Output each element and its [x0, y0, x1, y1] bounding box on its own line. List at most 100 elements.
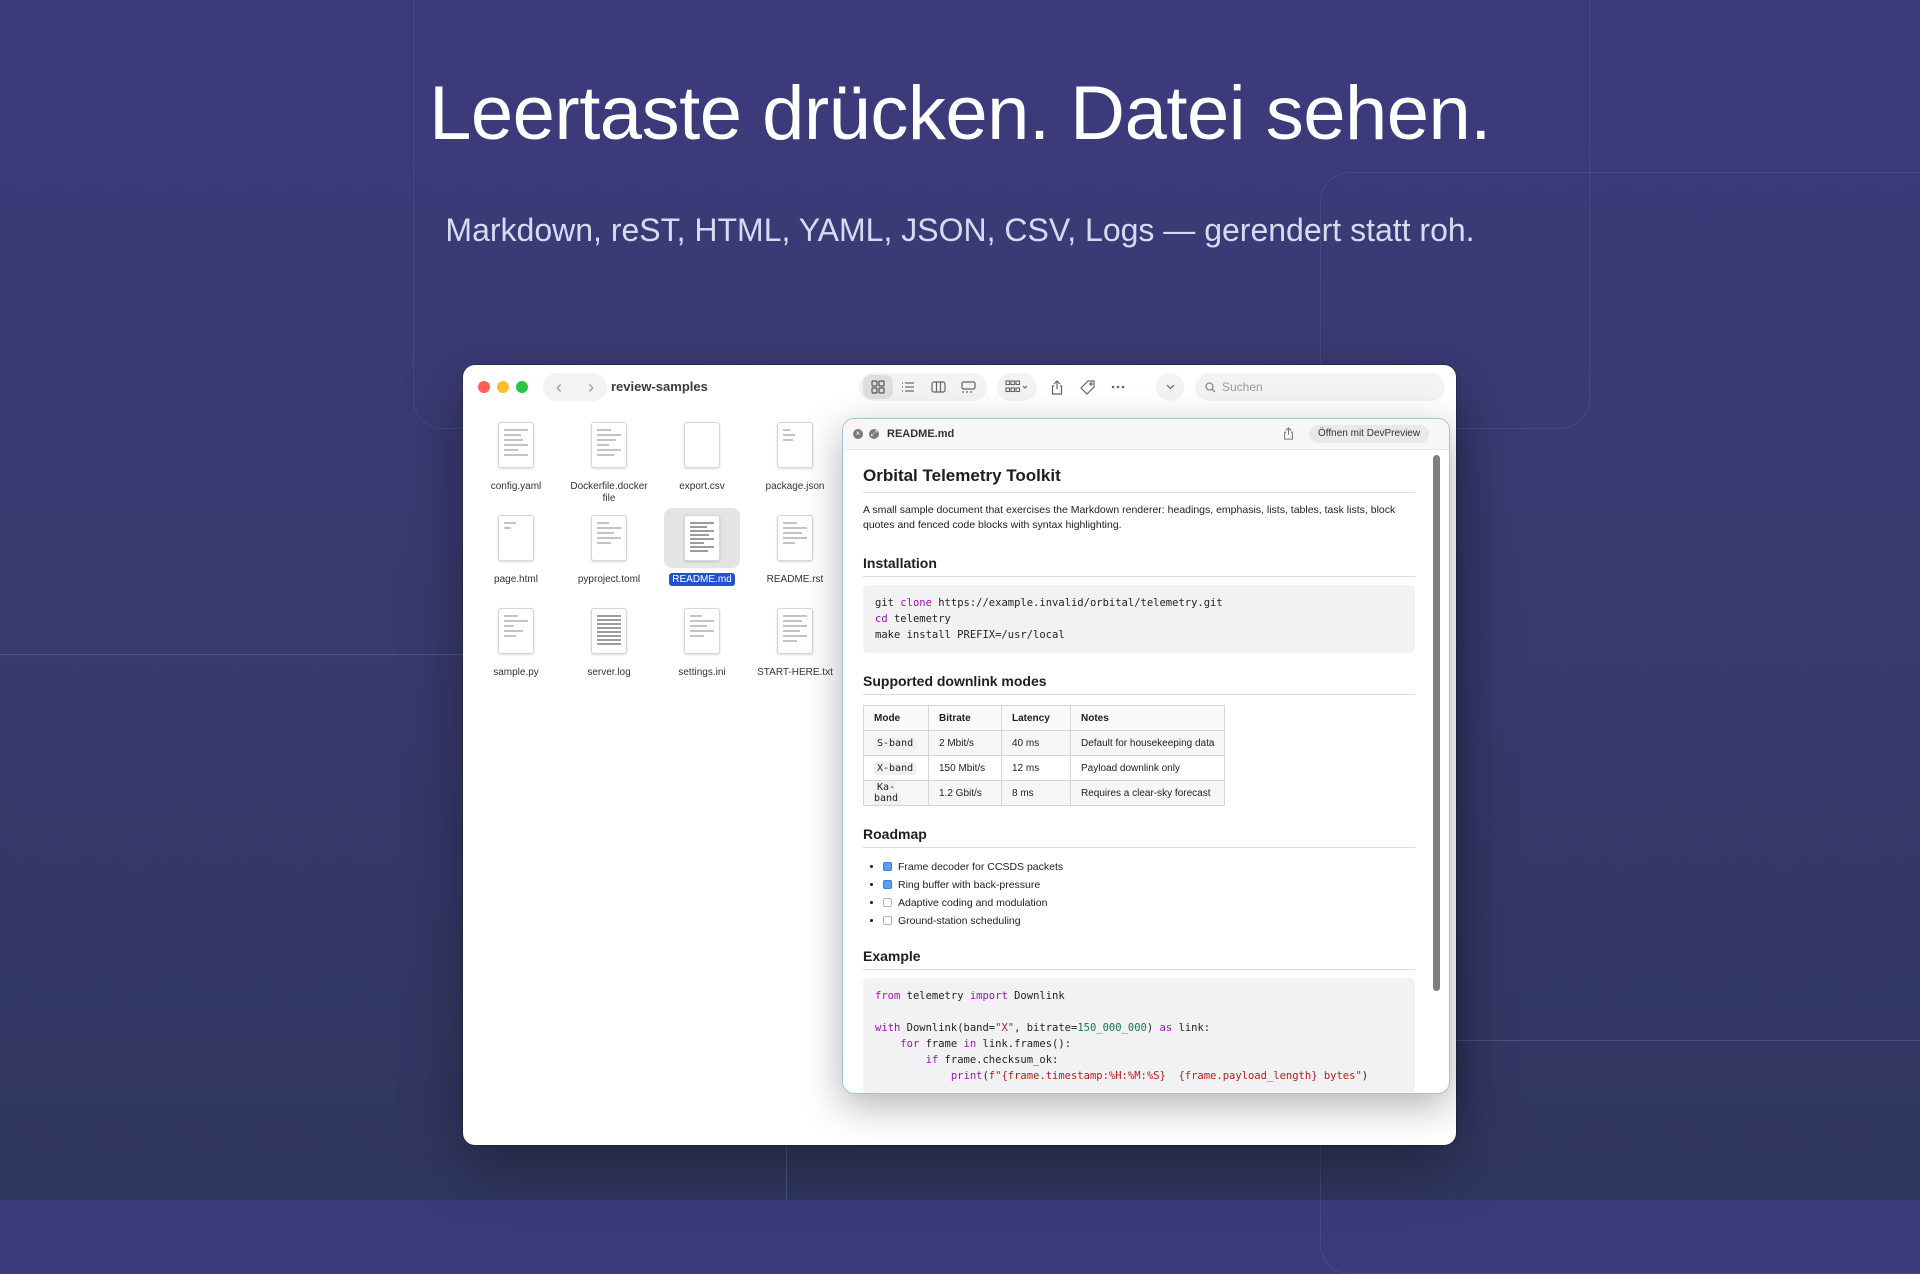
- task-item: Ring buffer with back-pressure: [883, 876, 1415, 894]
- group-icon: [1005, 380, 1028, 393]
- file-item[interactable]: package.json: [750, 415, 840, 493]
- open-with-button[interactable]: Öffnen mit DevPreview: [1309, 425, 1430, 443]
- example-code-block: from telemetry import Downlink with Down…: [863, 978, 1415, 1093]
- search-field[interactable]: Suchen: [1195, 373, 1445, 401]
- file-item[interactable]: settings.ini: [657, 601, 747, 679]
- table-row: S-band 2 Mbit/s 40 ms Default for housek…: [863, 730, 1226, 756]
- hero-subline: Markdown, reST, HTML, YAML, JSON, CSV, L…: [445, 212, 1475, 248]
- view-mode-group: [859, 373, 987, 401]
- tag-icon: [1079, 379, 1095, 395]
- search-placeholder: Suchen: [1222, 380, 1263, 394]
- column-view-button[interactable]: [923, 375, 953, 399]
- more-actions-button[interactable]: [1103, 375, 1133, 399]
- file-name: package.json: [765, 481, 825, 492]
- list-icon: [902, 382, 914, 392]
- close-icon[interactable]: ×: [853, 429, 863, 439]
- file-item[interactable]: START-HERE.txt: [750, 601, 840, 679]
- tag-button[interactable]: [1072, 375, 1102, 399]
- list-view-button[interactable]: [893, 375, 923, 399]
- file-name: README.md: [669, 573, 735, 586]
- chevron-down-icon: [1166, 384, 1174, 390]
- file-item[interactable]: pyproject.toml: [564, 508, 654, 586]
- file-item-selected[interactable]: README.md: [657, 508, 747, 586]
- minimize-window-button[interactable]: [497, 381, 509, 393]
- task-checkbox[interactable]: [883, 898, 892, 907]
- forward-button[interactable]: ›: [588, 377, 594, 398]
- fullscreen-icon[interactable]: ⤢: [869, 429, 879, 439]
- markdown-file-icon: [684, 515, 720, 561]
- file-item[interactable]: page.html: [471, 508, 561, 586]
- file-item[interactable]: server.log: [564, 601, 654, 679]
- dockerfile-file-icon: [591, 422, 627, 468]
- file-name: server.log: [587, 667, 631, 678]
- task-item: Ground-station scheduling: [883, 912, 1415, 930]
- roadmap-task-list: Frame decoder for CCSDS packets Ring buf…: [863, 858, 1415, 930]
- example-heading: Example: [863, 948, 1415, 970]
- doc-intro: A small sample document that exercises t…: [863, 504, 1396, 531]
- roadmap-heading: Roadmap: [863, 826, 1415, 848]
- html-file-icon: [498, 515, 534, 561]
- background-line-vertical: [786, 1140, 787, 1200]
- share-button[interactable]: [1042, 375, 1072, 399]
- share-icon: [1051, 379, 1063, 395]
- file-name: pyproject.toml: [577, 574, 641, 585]
- task-item: Adaptive coding and modulation: [883, 894, 1415, 912]
- modes-table: Mode Bitrate Latency Notes S-band 2 Mbit…: [863, 705, 1226, 806]
- file-name: settings.ini: [678, 667, 726, 678]
- zoom-window-button[interactable]: [516, 381, 528, 393]
- csv-file-icon: [684, 422, 720, 468]
- table-row: X-band 150 Mbit/s 12 ms Payload downlink…: [863, 755, 1226, 781]
- ini-file-icon: [684, 608, 720, 654]
- preview-scrollbar[interactable]: [1433, 455, 1440, 991]
- gallery-view-button[interactable]: [953, 375, 983, 399]
- path-dropdown[interactable]: [1156, 373, 1184, 401]
- doc-title: Orbital Telemetry Toolkit: [863, 466, 1415, 493]
- python-file-icon: [498, 608, 534, 654]
- quicklook-file-name: README.md: [887, 428, 955, 440]
- task-checkbox[interactable]: [883, 916, 892, 925]
- file-item[interactable]: export.csv: [657, 415, 747, 493]
- table-row: Ka-band 1.2 Gbit/s 8 ms Requires a clear…: [863, 780, 1226, 806]
- markdown-preview: Orbital Telemetry Toolkit A small sample…: [863, 449, 1415, 1093]
- back-button[interactable]: ‹: [556, 377, 562, 398]
- search-icon: [1205, 381, 1216, 392]
- hero-headline: Leertaste drücken. Datei sehen.: [429, 71, 1491, 156]
- file-item[interactable]: README.rst: [750, 508, 840, 586]
- file-name: export.csv: [679, 481, 725, 492]
- file-name: README.rst: [766, 574, 824, 585]
- columns-icon: [930, 381, 946, 393]
- json-file-icon: [777, 422, 813, 468]
- toml-file-icon: [591, 515, 627, 561]
- install-heading: Installation: [863, 555, 1415, 577]
- icon-view-button[interactable]: [863, 375, 893, 399]
- file-item[interactable]: config.yaml: [471, 415, 561, 493]
- finder-toolbar: ‹ › review-samples Suchen: [463, 365, 1456, 409]
- rst-file-icon: [777, 515, 813, 561]
- table-header-row: Mode Bitrate Latency Notes: [863, 705, 1226, 731]
- task-checkbox-checked[interactable]: [883, 862, 892, 871]
- modes-heading: Supported downlink modes: [863, 673, 1415, 695]
- task-item: Frame decoder for CCSDS packets: [883, 858, 1415, 876]
- file-name: Dockerfile.docker file: [570, 481, 648, 504]
- group-by-menu[interactable]: [997, 373, 1037, 401]
- window-title: review-samples: [611, 379, 708, 394]
- background-line-horizontal: [0, 654, 470, 655]
- close-window-button[interactable]: [478, 381, 490, 393]
- grid-icon: [871, 380, 885, 394]
- file-item[interactable]: Dockerfile.docker file: [564, 415, 654, 505]
- share-icon[interactable]: [1283, 427, 1294, 440]
- file-item[interactable]: sample.py: [471, 601, 561, 679]
- file-name: page.html: [494, 574, 538, 585]
- text-file-icon: [777, 608, 813, 654]
- background-line-horizontal-right: [1450, 1040, 1920, 1041]
- file-name: sample.py: [493, 667, 539, 678]
- more-icon: [1111, 385, 1125, 389]
- quicklook-panel: × ⤢ README.md Öffnen mit DevPreview Orbi…: [842, 418, 1450, 1094]
- quicklook-header: × ⤢ README.md Öffnen mit DevPreview: [843, 419, 1449, 450]
- yaml-file-icon: [498, 422, 534, 468]
- gallery-icon: [960, 381, 976, 393]
- file-name: START-HERE.txt: [757, 667, 833, 678]
- navigation-buttons: ‹ ›: [543, 373, 607, 401]
- task-checkbox-checked[interactable]: [883, 880, 892, 889]
- install-code-block: git clone https://example.invalid/orbita…: [863, 585, 1415, 653]
